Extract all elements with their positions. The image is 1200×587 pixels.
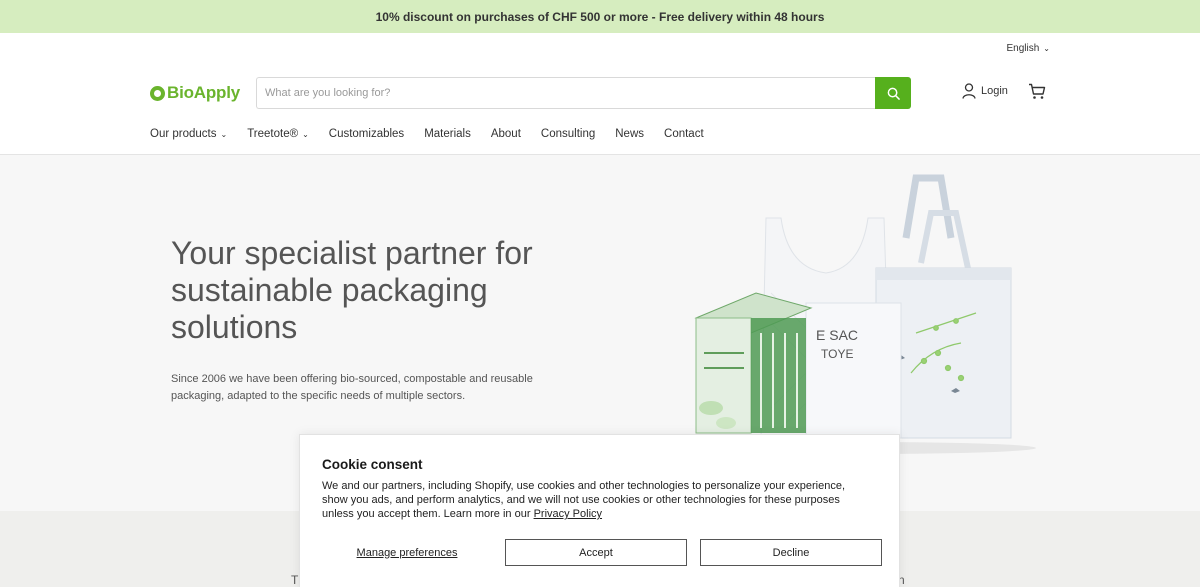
hero-product-image: E SAC TOYE [694, 174, 1036, 454]
nav-item-materials[interactable]: Materials [424, 128, 471, 140]
cookie-actions: Manage preferences Accept Decline [322, 539, 882, 566]
cookie-body: We and our partners, including Shopify, … [322, 479, 862, 521]
nav-item-label: Consulting [540, 128, 596, 140]
language-label: English [1006, 43, 1040, 54]
search-input[interactable] [256, 77, 875, 109]
chevron-down-icon: ⌄ [302, 129, 309, 139]
nav-item-label: About [490, 128, 521, 140]
logo[interactable]: BioApply [150, 83, 256, 103]
search-button[interactable] [875, 77, 911, 109]
site-header: BioApply Login [150, 77, 1050, 109]
search-icon [887, 87, 900, 100]
cookie-consent-dialog: Cookie consent We and our partners, incl… [299, 434, 900, 587]
nav-item-customizables[interactable]: Customizables [329, 128, 404, 140]
bag-print-text: TOYE [821, 347, 853, 361]
search-bar [256, 77, 911, 109]
accept-button[interactable]: Accept [505, 539, 687, 566]
decline-button[interactable]: Decline [700, 539, 882, 566]
nav-item-label: Materials [424, 128, 471, 140]
nav-item-consulting[interactable]: Consulting [541, 128, 595, 140]
login-label: Login [981, 85, 1008, 97]
logo-icon [150, 85, 165, 101]
cart-icon [1029, 83, 1046, 99]
nav-item-treetote[interactable]: Treetote® ⌄ [247, 128, 309, 140]
logo-text: BioApply [167, 83, 241, 102]
chevron-down-icon: ⌄ [1043, 44, 1050, 53]
main-nav: Our products ⌄ Treetote® ⌄ Customizables… [150, 128, 704, 140]
nav-item-news[interactable]: News [615, 128, 644, 140]
privacy-policy-link[interactable]: Privacy Policy [534, 508, 602, 520]
manage-preferences-link[interactable]: Manage preferences [322, 547, 492, 559]
nav-item-label: Our products [150, 128, 217, 140]
user-icon [962, 83, 976, 99]
announcement-text: 10% discount on purchases of CHF 500 or … [375, 9, 825, 24]
band-text-fragment: T [291, 573, 299, 587]
login-link[interactable]: Login [962, 83, 1008, 99]
language-selector[interactable]: English ⌄ [1006, 43, 1050, 54]
bag-print-text: E SAC [816, 327, 858, 343]
nav-item-contact[interactable]: Contact [664, 128, 704, 140]
announcement-bar: 10% discount on purchases of CHF 500 or … [0, 0, 1200, 33]
cookie-title: Cookie consent [322, 457, 423, 472]
nav-item-label: Customizables [328, 128, 405, 140]
nav-item-label: Contact [664, 128, 704, 140]
chevron-down-icon: ⌄ [220, 129, 228, 139]
nav-item-label: Treetote® [247, 128, 299, 140]
cart-button[interactable] [1028, 83, 1046, 105]
nav-item-our-products[interactable]: Our products ⌄ [150, 128, 227, 140]
nav-item-about[interactable]: About [491, 128, 521, 140]
hero-description: Since 2006 we have been offering bio-sou… [171, 373, 533, 402]
nav-item-label: News [615, 128, 645, 140]
hero-title: Your specialist partner for sustainable … [171, 235, 533, 345]
